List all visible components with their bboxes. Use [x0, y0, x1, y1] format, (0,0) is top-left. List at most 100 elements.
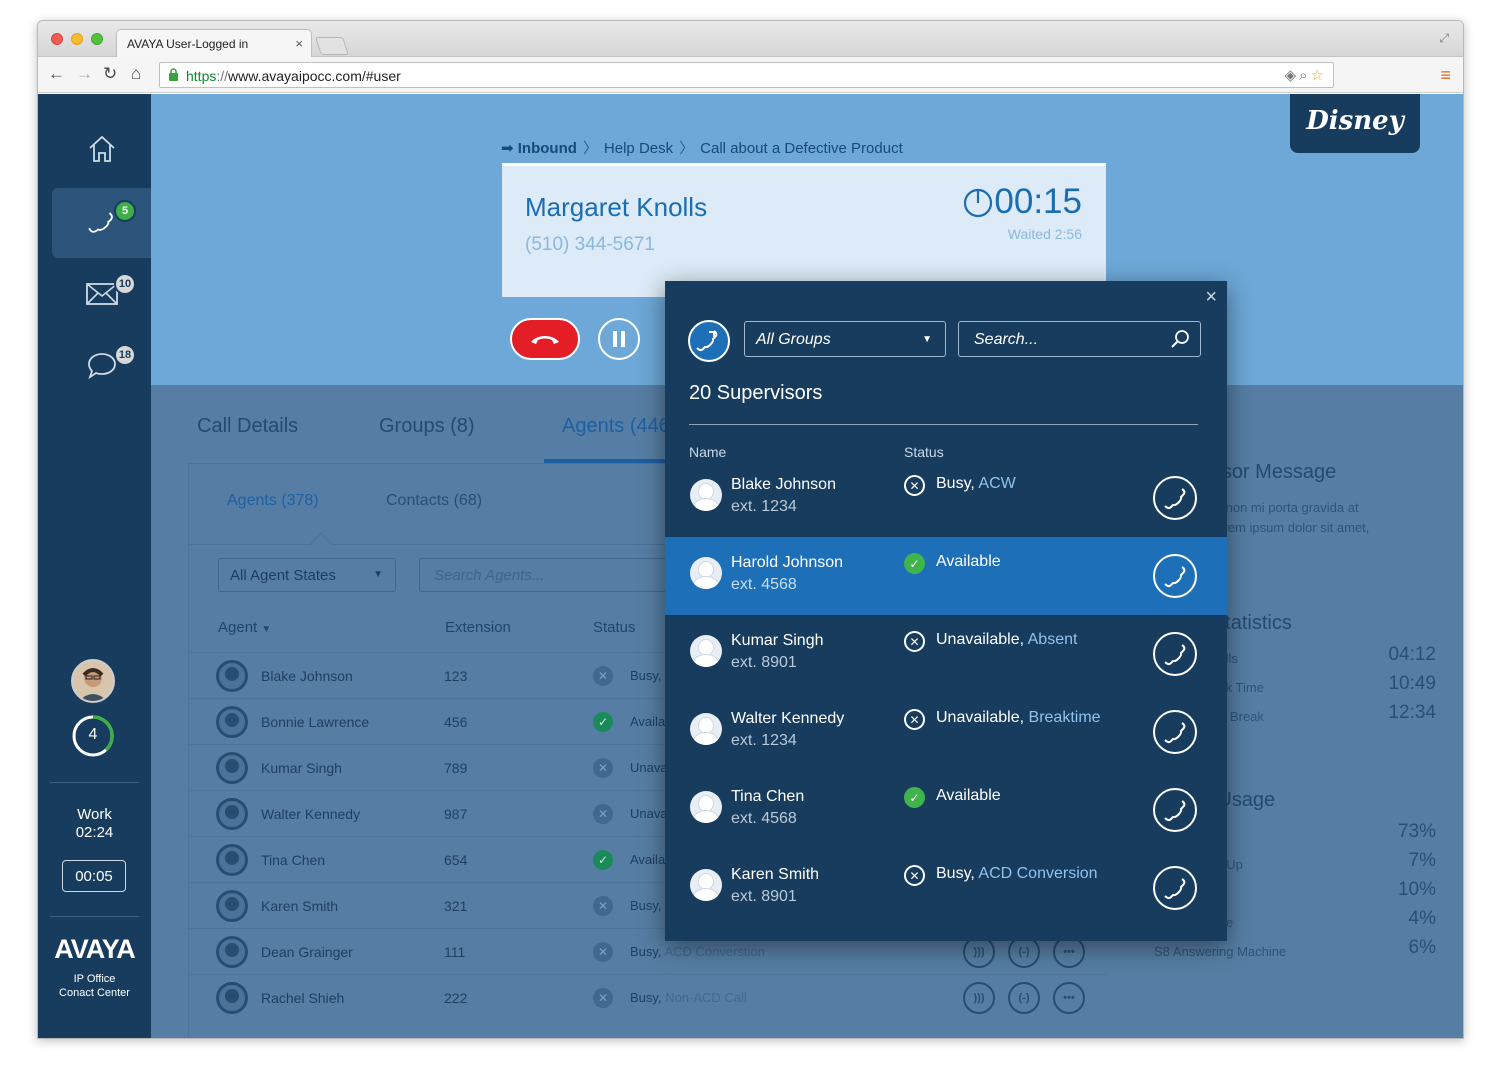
- sidebar-item-email[interactable]: 10: [52, 259, 151, 329]
- fullscreen-icon[interactable]: ⤢: [1439, 31, 1449, 46]
- breadcrumb-topic[interactable]: Call about a Defective Product: [700, 140, 903, 157]
- table-row[interactable]: Rachel Shieh 222 ✕ Busy, Non-ACD Call))) (-)…: [189, 974, 1107, 1020]
- x-circle-icon: ✕: [593, 804, 613, 824]
- voicemail-icon[interactable]: ))): [963, 982, 995, 1014]
- agents-search-input[interactable]: Search Agents...: [419, 558, 689, 592]
- transfer-arrows-icon[interactable]: (-): [1008, 982, 1040, 1014]
- call-timer: 00:15: [962, 182, 1082, 222]
- agent-extension: 321: [444, 898, 468, 914]
- supervisor-search-input[interactable]: Search...: [958, 321, 1201, 357]
- call-supervisor-button[interactable]: [1153, 710, 1197, 754]
- hangup-button[interactable]: [510, 318, 580, 360]
- supervisor-extension: ext. 8901: [731, 888, 797, 905]
- group-select[interactable]: All Groups ▼: [744, 321, 946, 357]
- check-icon: ✓: [593, 712, 613, 732]
- supervisor-name: Karen Smith: [731, 866, 820, 883]
- search-icon[interactable]: [1170, 329, 1190, 349]
- modal-divider: [689, 424, 1198, 425]
- call-supervisor-button[interactable]: [1153, 632, 1197, 676]
- new-tab-button[interactable]: [315, 37, 349, 55]
- more-icon[interactable]: •••: [1053, 982, 1085, 1014]
- agent-name: Kumar Singh: [261, 760, 342, 776]
- reload-icon[interactable]: ↻: [103, 65, 117, 83]
- arrow-right-icon: ➡: [501, 140, 514, 157]
- supervisor-extension: ext. 1234: [731, 498, 797, 515]
- supervisor-row[interactable]: Karen Smith ext. 8901 ✕ Busy, ACD Conversio…: [665, 849, 1227, 927]
- agent-status-main: Busy,: [630, 898, 662, 913]
- user-avatar[interactable]: [71, 659, 115, 703]
- supervisor-row[interactable]: Tina Chen ext. 4568 ✓ Available: [665, 771, 1227, 849]
- x-circle-icon: ✕: [593, 942, 613, 962]
- queue-count: 4: [88, 726, 98, 743]
- browser-navbar: ← → ↻ ⌂ https://www.avayaipocc.com/#user…: [38, 57, 1463, 93]
- home-browser-icon[interactable]: ⌂: [131, 65, 141, 83]
- forward-icon[interactable]: →: [76, 65, 93, 83]
- agent-status-main: Busy,: [630, 944, 662, 959]
- agent-state-select[interactable]: All Agent States ▼: [218, 558, 396, 592]
- agent-name: Karen Smith: [261, 898, 339, 914]
- extension-icon[interactable]: ◈: [1285, 67, 1300, 84]
- agent-status: Busy, ACD Converstion: [630, 944, 765, 959]
- phone-icon: [1164, 644, 1186, 666]
- tab-close-icon[interactable]: ×: [295, 36, 303, 51]
- browser-menu-icon[interactable]: ≡: [1440, 65, 1451, 86]
- url-host: www.avayaipocc.com/#user: [228, 68, 401, 84]
- supervisor-row[interactable]: Blake Johnson ext. 1234 ✕ Busy, ACW: [665, 459, 1227, 537]
- address-actions: ◈⌕☆: [1285, 66, 1327, 84]
- breadcrumb-inbound[interactable]: Inbound: [518, 140, 577, 157]
- supervisor-message-line1: Ut non mi porta gravida at: [1209, 500, 1359, 515]
- caller-name: Margaret Knolls: [525, 192, 708, 222]
- sidebar-item-chat[interactable]: 18: [52, 330, 151, 400]
- bookmark-star-icon[interactable]: ☆: [1311, 67, 1327, 84]
- avaya-logo: AVAYA: [54, 934, 136, 964]
- call-timer-value: 00:15: [994, 182, 1082, 221]
- stat-value: 12:34: [1388, 702, 1436, 723]
- close-icon[interactable]: ×: [1205, 286, 1217, 309]
- supervisor-row[interactable]: Kumar Singh ext. 8901 ✕ Unavailable, Absent: [665, 615, 1227, 693]
- code-label: S8 Answering Machine: [1154, 944, 1287, 959]
- phone-icon: [1164, 800, 1186, 822]
- zoom-window-button[interactable]: [91, 33, 103, 45]
- column-header-agent[interactable]: Agent ▼: [218, 619, 271, 636]
- column-header-status[interactable]: Status: [593, 619, 636, 636]
- agent-avatar: [216, 798, 248, 830]
- breadcrumb-help-desk[interactable]: Help Desk: [604, 140, 673, 157]
- column-header-agent-label: Agent: [218, 619, 258, 636]
- x-circle-icon: ✕: [904, 865, 925, 886]
- lock-icon: [169, 68, 178, 81]
- browser-tab[interactable]: AVAYA User-Logged in ×: [116, 29, 312, 57]
- sidebar-item-home[interactable]: [52, 114, 151, 184]
- tab-groups[interactable]: Groups (8): [379, 415, 475, 438]
- call-supervisor-button[interactable]: [1153, 788, 1197, 832]
- minimize-window-button[interactable]: [71, 33, 83, 45]
- group-select-value: All Groups: [756, 331, 831, 348]
- close-window-button[interactable]: [51, 33, 63, 45]
- hold-button[interactable]: [598, 318, 640, 360]
- browser-window: AVAYA User-Logged in × ⤢ ← → ↻ ⌂ https:/…: [37, 20, 1464, 1039]
- supervisor-row[interactable]: Walter Kennedy ext. 1234 ✕ Unavailable, Bre…: [665, 693, 1227, 771]
- call-supervisor-button[interactable]: [1153, 476, 1197, 520]
- sort-down-icon: ▼: [261, 624, 272, 635]
- supervisor-status-sub: Absent: [1027, 631, 1078, 648]
- supervisor-status-sub: Breaktime: [1028, 709, 1101, 726]
- back-icon[interactable]: ←: [48, 65, 65, 83]
- zoom-icon[interactable]: ⌕: [1299, 67, 1310, 84]
- call-supervisor-button[interactable]: [1153, 866, 1197, 910]
- agent-status: Busy, Non-ACD Call: [630, 990, 747, 1005]
- transfer-icon: [696, 330, 718, 352]
- subtab-contacts[interactable]: Contacts (68): [386, 492, 482, 510]
- call-supervisor-button[interactable]: [1153, 554, 1197, 598]
- address-bar[interactable]: https://www.avayaipocc.com/#user ◈⌕☆: [159, 62, 1334, 88]
- sidebar-item-calls[interactable]: 5: [52, 188, 151, 258]
- tab-agents[interactable]: Agents (446): [562, 415, 677, 438]
- agent-extension: 456: [444, 714, 468, 730]
- agent-row-actions: ))) (-) •••: [963, 982, 1085, 1014]
- supervisor-avatar: [690, 635, 722, 667]
- subtab-agents[interactable]: Agents (378): [227, 492, 319, 510]
- phone-icon: [87, 212, 113, 233]
- column-header-extension[interactable]: Extension: [445, 619, 511, 636]
- supervisor-row[interactable]: Harold Johnson ext. 4568 ✓ Available: [665, 537, 1227, 615]
- stat-value: 04:12: [1388, 644, 1436, 665]
- tab-call-details[interactable]: Call Details: [197, 415, 298, 438]
- transfer-call-button[interactable]: [688, 320, 730, 362]
